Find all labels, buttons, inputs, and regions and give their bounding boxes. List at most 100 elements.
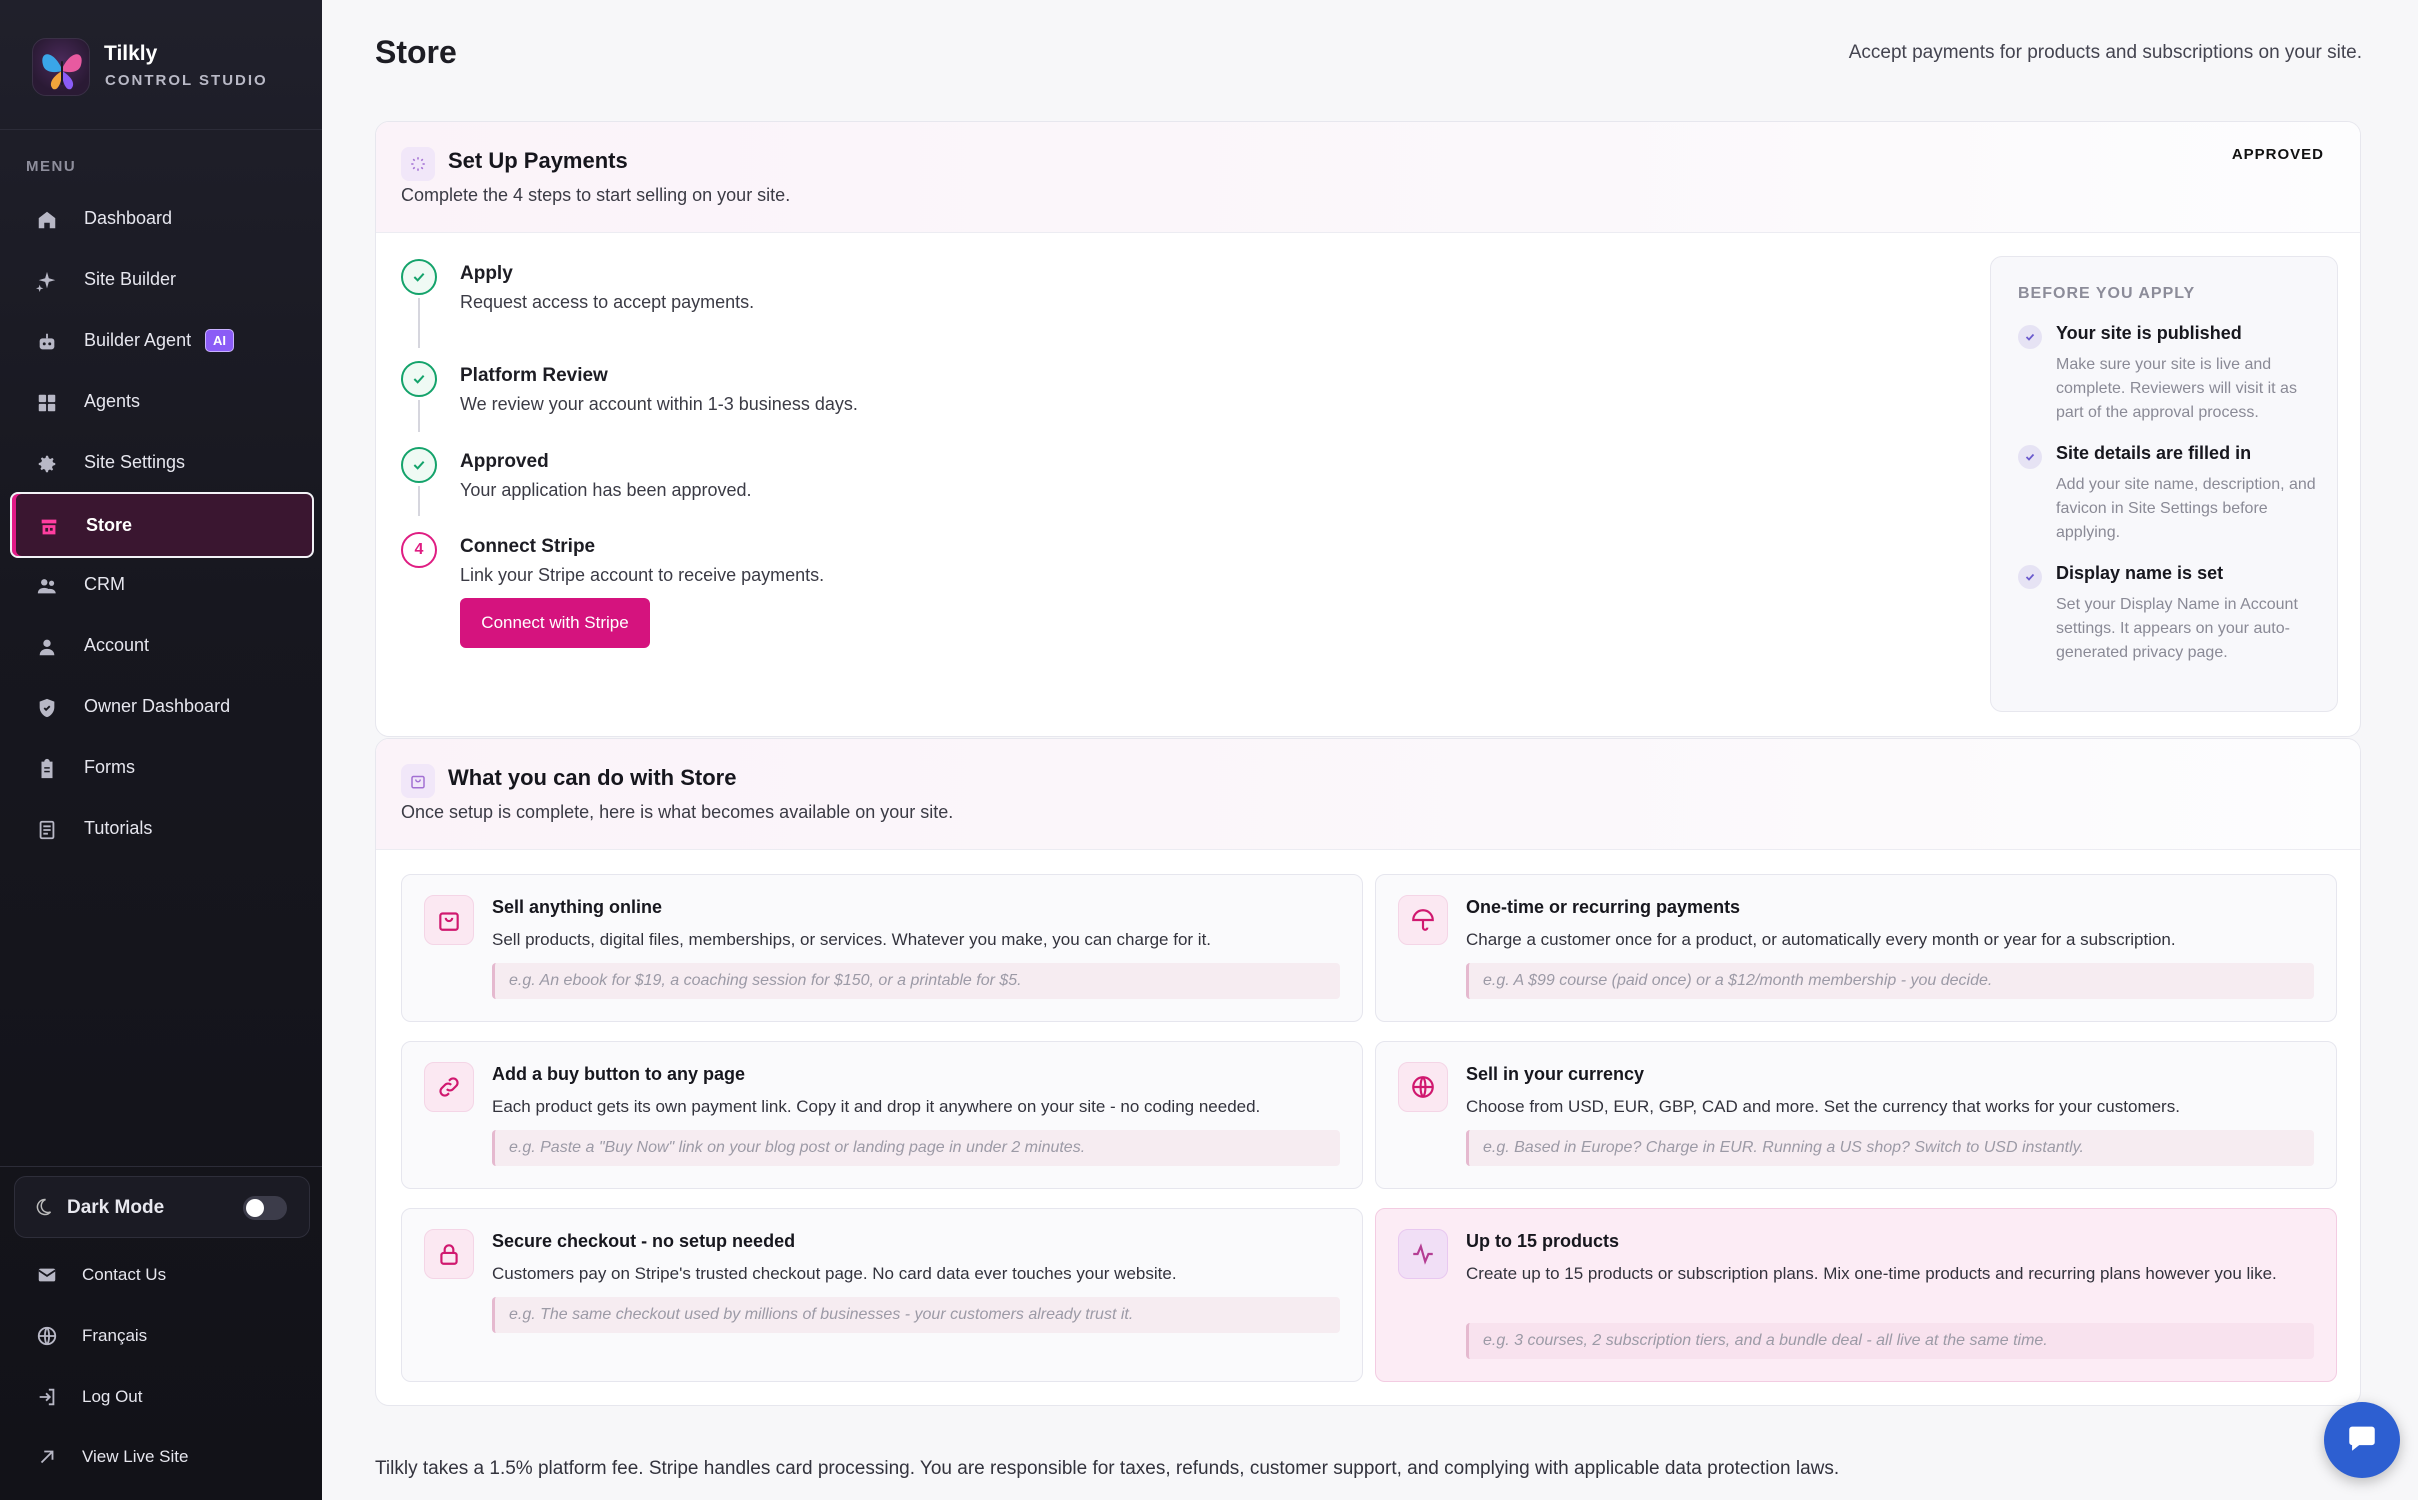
sidebar-item-contact-us[interactable]: Contact Us	[10, 1248, 310, 1302]
sidebar-item-log-out[interactable]: Log Out	[10, 1370, 310, 1424]
sidebar-item-forms[interactable]: Forms	[10, 736, 314, 802]
step-description: Your application has been approved.	[460, 480, 752, 500]
umbrella-icon	[1398, 895, 1448, 945]
sidebar-item-label: View Live Site	[82, 1447, 189, 1466]
feature-example: e.g. A $99 course (paid once) or a $12/m…	[1466, 963, 2314, 999]
sidebar-item-site-builder[interactable]: Site Builder	[10, 248, 314, 314]
checklist-title: Your site is published	[2056, 323, 2242, 343]
step-title: Apply	[460, 263, 513, 284]
grid-icon	[36, 392, 58, 414]
feature-card: One-time or recurring payments Charge a …	[1375, 874, 2337, 1022]
dark-mode-switch[interactable]	[243, 1196, 287, 1220]
shield-icon	[36, 697, 58, 719]
main-content: Store Accept payments for products and s…	[322, 0, 2418, 1500]
sidebar-item-language[interactable]: Français	[10, 1309, 310, 1363]
globe-icon	[36, 1325, 58, 1347]
feature-card: Add a buy button to any page Each produc…	[401, 1041, 1363, 1189]
external-arrow-icon	[36, 1446, 58, 1468]
step-description: Request access to accept payments.	[460, 292, 755, 312]
home-icon	[36, 209, 58, 231]
sidebar-item-label: Agents	[84, 391, 141, 411]
globe-icon	[1398, 1062, 1448, 1112]
checklist-desc: Make sure your site is live and complete…	[2056, 356, 2297, 421]
step-description: Link your Stripe account to receive paym…	[460, 565, 825, 585]
page-title: Store	[375, 34, 457, 70]
feature-example: e.g. 3 courses, 2 subscription tiers, an…	[1466, 1323, 2314, 1359]
sidebar-item-label: CRM	[84, 574, 125, 594]
users-icon	[36, 575, 58, 597]
check-icon	[2018, 445, 2042, 469]
menu-label: MENU	[26, 158, 77, 175]
ai-badge: AI	[205, 329, 234, 352]
feature-card: Sell in your currency Choose from USD, E…	[1375, 1041, 2337, 1189]
setup-payments-card: Set Up Payments Complete the 4 steps to …	[375, 121, 2361, 737]
step-connector	[418, 486, 420, 516]
feature-title: Up to 15 products	[1466, 1231, 1620, 1251]
features-subtitle: Once setup is complete, here is what bec…	[401, 802, 954, 822]
sidebar-item-tutorials[interactable]: Tutorials	[10, 797, 314, 863]
robot-icon	[36, 331, 58, 353]
step-description: We review your account within 1-3 busine…	[460, 394, 858, 414]
dark-mode-label: Dark Mode	[67, 1197, 165, 1218]
sidebar-item-account[interactable]: Account	[10, 614, 314, 680]
connect-stripe-button[interactable]: Connect with Stripe	[460, 598, 650, 648]
step-title: Connect Stripe	[460, 536, 596, 557]
check-icon	[401, 259, 437, 295]
setup-subtitle: Complete the 4 steps to start selling on…	[401, 185, 791, 205]
feature-card: Secure checkout - no setup needed Custom…	[401, 1208, 1363, 1382]
sidebar-item-label: Store	[86, 515, 133, 535]
sidebar: Tilkly CONTROL STUDIO MENU Dashboard Sit…	[0, 0, 322, 1500]
lock-icon	[424, 1229, 474, 1279]
sidebar-item-label: Owner Dashboard	[84, 696, 231, 716]
document-icon	[36, 819, 58, 841]
checklist-title: Display name is set	[2056, 563, 2224, 583]
step-connector	[418, 298, 420, 348]
feature-card: Up to 15 products Create up to 15 produc…	[1375, 1208, 2337, 1382]
checklist-title: Site details are filled in	[2056, 443, 2252, 463]
sidebar-item-site-settings[interactable]: Site Settings	[10, 431, 314, 497]
sparkle-icon	[36, 270, 58, 292]
sidebar-item-store[interactable]: Store	[10, 492, 314, 558]
feature-title: Sell anything online	[492, 897, 663, 917]
brand-header: Tilkly CONTROL STUDIO	[0, 0, 322, 130]
sidebar-item-agents[interactable]: Agents	[10, 370, 314, 436]
chat-bubble-button[interactable]	[2324, 1402, 2400, 1478]
checklist-desc: Add your site name, description, and fav…	[2056, 476, 2316, 541]
moon-icon	[33, 1197, 53, 1217]
gear-icon	[36, 453, 58, 475]
step-title: Approved	[460, 451, 549, 472]
step-title: Platform Review	[460, 365, 608, 386]
dark-mode-toggle[interactable]: Dark Mode	[14, 1176, 310, 1238]
sidebar-item-crm[interactable]: CRM	[10, 553, 314, 619]
chat-icon	[2345, 1421, 2379, 1460]
brand-name: Tilkly	[104, 42, 158, 65]
feature-title: Sell in your currency	[1466, 1064, 1645, 1084]
mail-icon	[36, 1264, 58, 1286]
clipboard-icon	[36, 758, 58, 780]
feature-desc: Create up to 15 products or subscription…	[1466, 1264, 2277, 1283]
check-icon	[401, 361, 437, 397]
step-connector	[418, 400, 420, 432]
step-number: 4	[401, 532, 437, 568]
butterfly-logo-icon[interactable]	[32, 38, 90, 96]
feature-example: e.g. Paste a "Buy Now" link on your blog…	[492, 1130, 1340, 1166]
sidebar-item-label: Tutorials	[84, 818, 153, 838]
store-features-card: What you can do with Store Once setup is…	[375, 738, 2361, 1406]
checklist-desc: Set your Display Name in Account setting…	[2056, 596, 2298, 661]
sidebar-item-label: Site Builder	[84, 269, 177, 289]
sidebar-item-builder-agent[interactable]: Builder Agent AI	[10, 309, 314, 375]
sidebar-item-label: Contact Us	[82, 1265, 167, 1284]
feature-example: e.g. Based in Europe? Charge in EUR. Run…	[1466, 1130, 2314, 1166]
shopping-bag-icon	[401, 764, 435, 798]
sidebar-item-dashboard[interactable]: Dashboard	[10, 187, 314, 253]
sidebar-item-view-live-site[interactable]: View Live Site	[10, 1430, 310, 1484]
user-icon	[36, 636, 58, 658]
feature-title: One-time or recurring payments	[1466, 897, 1741, 917]
store-icon	[38, 516, 60, 538]
page-subtitle: Accept payments for products and subscri…	[1848, 42, 2362, 63]
sidebar-item-label: Log Out	[82, 1387, 143, 1406]
feature-example: e.g. The same checkout used by millions …	[492, 1297, 1340, 1333]
feature-desc: Each product gets its own payment link. …	[492, 1097, 1261, 1116]
sidebar-item-owner-dashboard[interactable]: Owner Dashboard	[10, 675, 314, 741]
platform-fee-note: Tilkly takes a 1.5% platform fee. Stripe…	[375, 1458, 1840, 1479]
